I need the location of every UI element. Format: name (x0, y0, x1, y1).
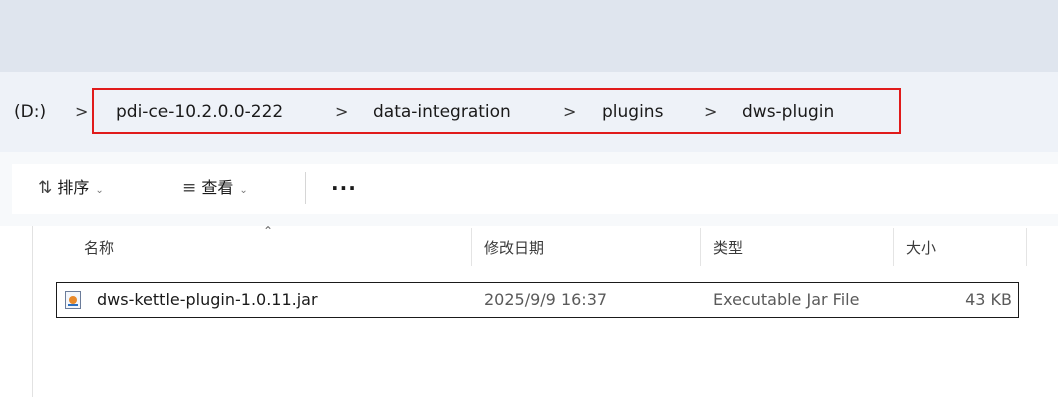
view-label: 查看 (201, 178, 234, 197)
breadcrumb-highlight-box (92, 88, 901, 134)
column-separator[interactable] (471, 228, 472, 266)
command-bar-panel (12, 164, 1058, 214)
file-modified: 2025/9/9 16:37 (484, 290, 608, 309)
chevron-down-icon: ⌄ (95, 185, 104, 196)
sort-button[interactable]: ⇅ 排序 ⌄ (38, 176, 104, 203)
sort-ascending-icon: ⌃ (263, 224, 274, 238)
sort-label: 排序 (57, 178, 90, 197)
view-lines-icon: ≡ (182, 178, 197, 198)
chevron-down-icon: ⌄ (239, 185, 248, 196)
column-header-size[interactable]: 大小 (906, 237, 936, 259)
file-row[interactable]: dws-kettle-plugin-1.0.11.jar 2025/9/9 16… (56, 282, 1019, 318)
file-name: dws-kettle-plugin-1.0.11.jar (97, 290, 318, 309)
column-header-modified[interactable]: 修改日期 (484, 237, 544, 259)
more-options-button[interactable]: ··· (331, 176, 357, 200)
chevron-right-icon[interactable]: > (75, 101, 88, 123)
breadcrumb-root[interactable]: (D:) (14, 101, 46, 123)
column-header-name[interactable]: 名称 (84, 237, 114, 259)
toolbar-divider (305, 172, 306, 204)
column-separator[interactable] (1026, 228, 1027, 266)
file-type: Executable Jar File (713, 290, 860, 309)
column-separator[interactable] (893, 228, 894, 266)
column-header-type[interactable]: 类型 (713, 237, 743, 259)
sort-arrows-icon: ⇅ (38, 178, 53, 198)
title-bar-area (0, 0, 1058, 72)
column-separator[interactable] (700, 228, 701, 266)
file-size: 43 KB (965, 290, 1012, 309)
navigation-pane-border (32, 226, 33, 397)
view-button[interactable]: ≡ 查看 ⌄ (182, 176, 248, 203)
jar-file-icon (65, 291, 81, 309)
